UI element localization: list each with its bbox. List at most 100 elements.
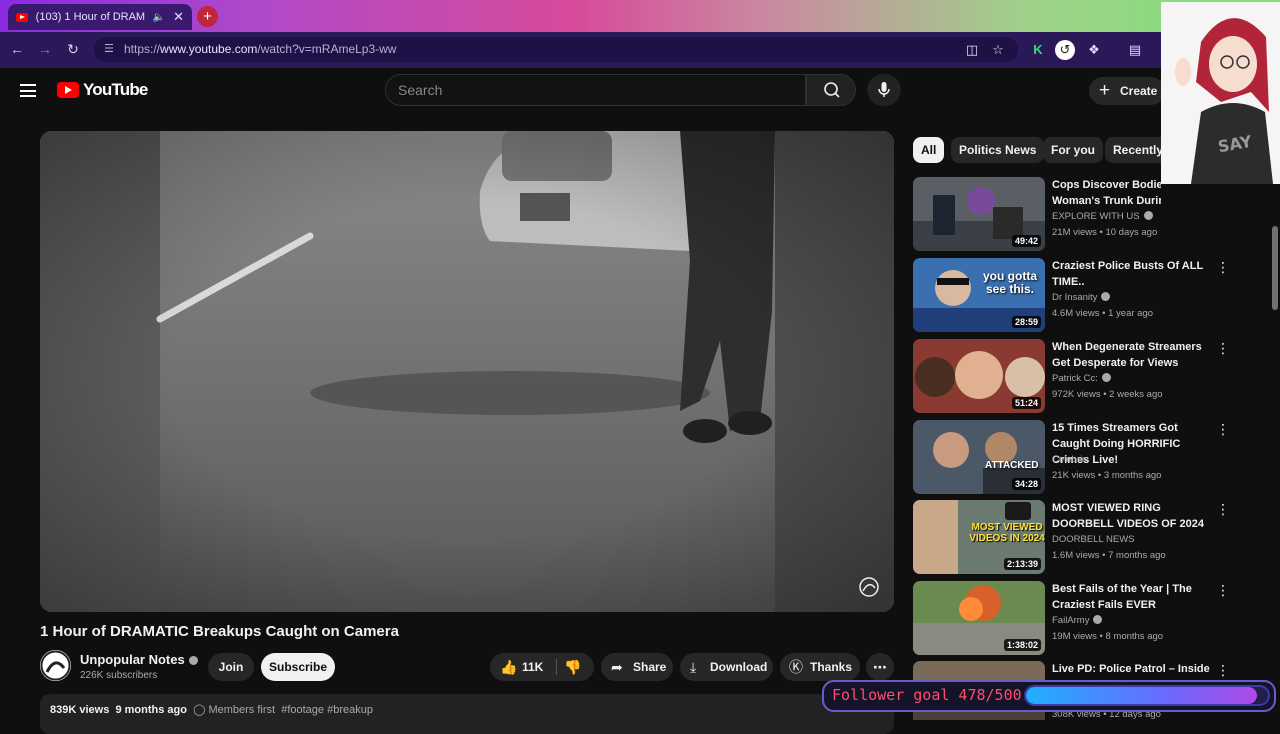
video-duration: 49:42 [1011, 235, 1041, 247]
members-first-text: Members first [208, 704, 276, 716]
forward-arrow-icon[interactable]: → [36, 40, 54, 58]
subscriber-count: 226K subscribers [80, 670, 158, 681]
thanks-dollar-icon: Ⓚ [789, 659, 803, 675]
channel-name-text: Patrick Cc: [1052, 373, 1098, 384]
streamer-avatar-overlay: SAY [1161, 2, 1280, 184]
new-tab-button[interactable]: + [197, 6, 218, 27]
url-scheme: https:// [124, 42, 161, 56]
recommendation-title[interactable]: Craziest Police Busts Of ALL TIME.. [1052, 258, 1210, 290]
search-button[interactable] [806, 74, 856, 106]
overlay-strip [1161, 184, 1280, 226]
create-button[interactable]: + Create [1089, 77, 1165, 105]
recommendation-title[interactable]: When Degenerate Streamers Get Desperate … [1052, 339, 1210, 371]
more-options-icon[interactable]: ⋮ [1216, 422, 1230, 436]
more-options-icon[interactable]: ⋮ [1216, 583, 1230, 597]
video-title: 1 Hour of DRAMATIC Breakups Caught on Ca… [40, 623, 399, 640]
chip-politics-news[interactable]: Politics News [951, 137, 1045, 163]
anime-avatar-image: SAY [1161, 2, 1280, 184]
recommendation-channel[interactable]: DOORBELL NEWS [1052, 534, 1135, 545]
youtube-favicon-icon [16, 12, 28, 22]
search-input[interactable]: Search [385, 74, 806, 106]
video-duration: 51:24 [1011, 397, 1041, 409]
extension-k-icon[interactable]: K [1028, 40, 1048, 60]
upload-age: 9 months ago [115, 704, 187, 716]
voice-search-button[interactable] [867, 74, 901, 106]
create-label: Create [1120, 84, 1158, 98]
thanks-label: Thanks [810, 660, 853, 674]
channel-name[interactable]: Unpopular Notes [80, 652, 198, 667]
recommendation-title[interactable]: Live PD: Police Patrol – Inside [1052, 661, 1210, 677]
install-app-icon[interactable]: ◫ [962, 40, 982, 60]
logo-text: YouTube [83, 80, 148, 99]
recommendation-meta: 19M views • 8 months ago [1052, 631, 1164, 642]
like-count[interactable]: 11K [522, 653, 543, 681]
thumbnail-caption: MOST VIEWED VIDEOS IN 2024 [969, 522, 1045, 544]
speaker-icon[interactable]: 🔈 [153, 12, 165, 23]
hashtags[interactable]: #footage #breakup [281, 704, 373, 716]
recommendation-meta: 4.6M views • 1 year ago [1052, 308, 1154, 319]
url-host: www.youtube.com [160, 42, 258, 56]
video-player[interactable] [40, 131, 894, 612]
chip-for-you[interactable]: For you [1043, 137, 1103, 163]
thumbnail-caption: ATTACKED [985, 460, 1039, 471]
recommendation-channel[interactable]: EXPLORE WITH US [1052, 211, 1153, 222]
more-actions-button[interactable]: ⋯ [866, 653, 894, 681]
video-thumbnail[interactable]: MOST VIEWED VIDEOS IN 2024 2:13:39 [913, 500, 1045, 574]
recommendation-channel[interactable]: FailArmy [1052, 615, 1103, 626]
thumbs-down-icon[interactable]: 👎 [564, 653, 581, 681]
more-options-icon[interactable]: ⋮ [1216, 341, 1230, 355]
menu-hamburger-icon[interactable] [20, 84, 36, 97]
share-button[interactable]: ➦ Share [601, 653, 673, 681]
youtube-logo[interactable]: YouTube [57, 80, 148, 100]
recommendation-channel[interactable]: Celebrix [1052, 454, 1087, 465]
channel-watermark-icon[interactable] [858, 576, 880, 598]
recommendation-channel[interactable]: Dr Insanity [1052, 292, 1111, 303]
join-button[interactable]: Join [208, 653, 254, 681]
more-options-icon[interactable]: ⋮ [1216, 663, 1230, 677]
video-thumbnail[interactable]: ATTACKED 34:28 [913, 420, 1045, 494]
recommendation-item[interactable]: ATTACKED 34:28 15 Times Streamers Got Ca… [913, 420, 1233, 496]
thumbs-up-icon[interactable]: 👍 [500, 653, 517, 681]
follower-goal-bar [1024, 685, 1270, 706]
media-control-icon[interactable]: ▤ [1125, 40, 1145, 60]
members-first-icon: ◯ [193, 704, 206, 716]
channel-avatar[interactable] [40, 650, 71, 681]
description-summary: 839K views 9 months ago ◯ Members first … [50, 703, 373, 716]
share-label: Share [633, 660, 667, 674]
download-label: Download [710, 660, 768, 674]
browser-tab[interactable]: (103) 1 Hour of DRAMATIC 🔈 ✕ [8, 4, 192, 30]
site-info-icon[interactable]: ☰ [104, 37, 114, 62]
back-arrow-icon[interactable]: ← [8, 40, 26, 58]
subscribe-button[interactable]: Subscribe [261, 653, 335, 681]
thanks-button[interactable]: Ⓚ Thanks [780, 653, 860, 681]
recommendation-item[interactable]: 51:24 When Degenerate Streamers Get Desp… [913, 339, 1233, 415]
channel-name-text: EXPLORE WITH US [1052, 211, 1140, 222]
verified-badge-icon [1093, 615, 1103, 624]
more-options-icon[interactable]: ⋮ [1216, 502, 1230, 516]
video-duration: 2:13:39 [1003, 558, 1041, 570]
video-thumbnail[interactable]: you gotta see this. 28:59 [913, 258, 1045, 332]
video-thumbnail[interactable]: 1:38:02 [913, 581, 1045, 655]
address-bar[interactable]: ☰ https://www.youtube.com/watch?v=mRAmeL… [94, 37, 1018, 62]
verified-badge-icon [1143, 211, 1153, 220]
recommendation-item[interactable]: MOST VIEWED VIDEOS IN 2024 2:13:39 MOST … [913, 500, 1233, 576]
recommendation-item[interactable]: you gotta see this. 28:59 Craziest Polic… [913, 258, 1233, 334]
extensions-puzzle-icon[interactable]: ❖ [1084, 40, 1104, 60]
reload-icon[interactable]: ↻ [64, 40, 82, 58]
extension-circle-icon[interactable]: ↺ [1055, 40, 1075, 60]
recommendation-title[interactable]: Best Fails of the Year | The Craziest Fa… [1052, 581, 1210, 613]
bookmark-star-icon[interactable]: ☆ [988, 40, 1008, 60]
more-options-icon[interactable]: ⋮ [1216, 260, 1230, 274]
sidebar-scrollbar[interactable] [1272, 226, 1278, 310]
recommendation-channel[interactable]: Patrick Cc: [1052, 373, 1111, 384]
video-thumbnail[interactable]: 51:24 [913, 339, 1045, 413]
video-thumbnail[interactable]: 49:42 [913, 177, 1045, 251]
download-button[interactable]: ⤓ Download [680, 653, 773, 681]
verified-badge-icon [1101, 292, 1111, 301]
close-tab-icon[interactable]: ✕ [173, 9, 184, 25]
divider [556, 659, 557, 675]
recommendation-title[interactable]: MOST VIEWED RING DOORBELL VIDEOS OF 2024 [1052, 500, 1210, 532]
chip-all[interactable]: All [913, 137, 945, 163]
video-frame [40, 131, 894, 612]
recommendation-item[interactable]: 1:38:02 Best Fails of the Year | The Cra… [913, 581, 1233, 657]
